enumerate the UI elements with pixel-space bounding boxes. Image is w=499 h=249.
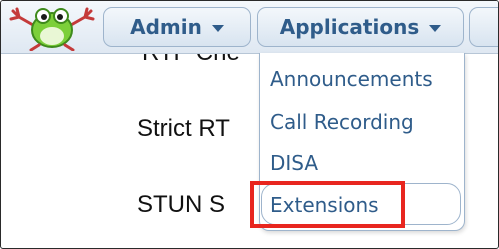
caret-down-icon [211, 25, 224, 32]
stun-server-label: STUN S [137, 191, 226, 218]
top-navigation-bar: Admin Applications [1, 1, 498, 54]
applications-menu-button[interactable]: Applications [257, 7, 464, 47]
applications-menu-label: Applications [279, 15, 420, 39]
next-menu-button[interactable] [469, 7, 498, 47]
admin-menu-button[interactable]: Admin [103, 7, 251, 47]
menu-item-disa[interactable]: DISA [270, 147, 318, 179]
strict-rtp-label: Strict RT [137, 115, 230, 142]
admin-menu-label: Admin [130, 15, 202, 39]
app-window: RTP Che Strict RT STUN S Admin Applicati… [0, 0, 499, 249]
extensions-highlight-box [250, 181, 405, 228]
frog-logo-icon[interactable] [5, 3, 99, 51]
menu-item-call-recording[interactable]: Call Recording [270, 106, 414, 138]
caret-down-icon [429, 25, 442, 32]
menu-item-announcements[interactable]: Announcements [270, 63, 433, 95]
